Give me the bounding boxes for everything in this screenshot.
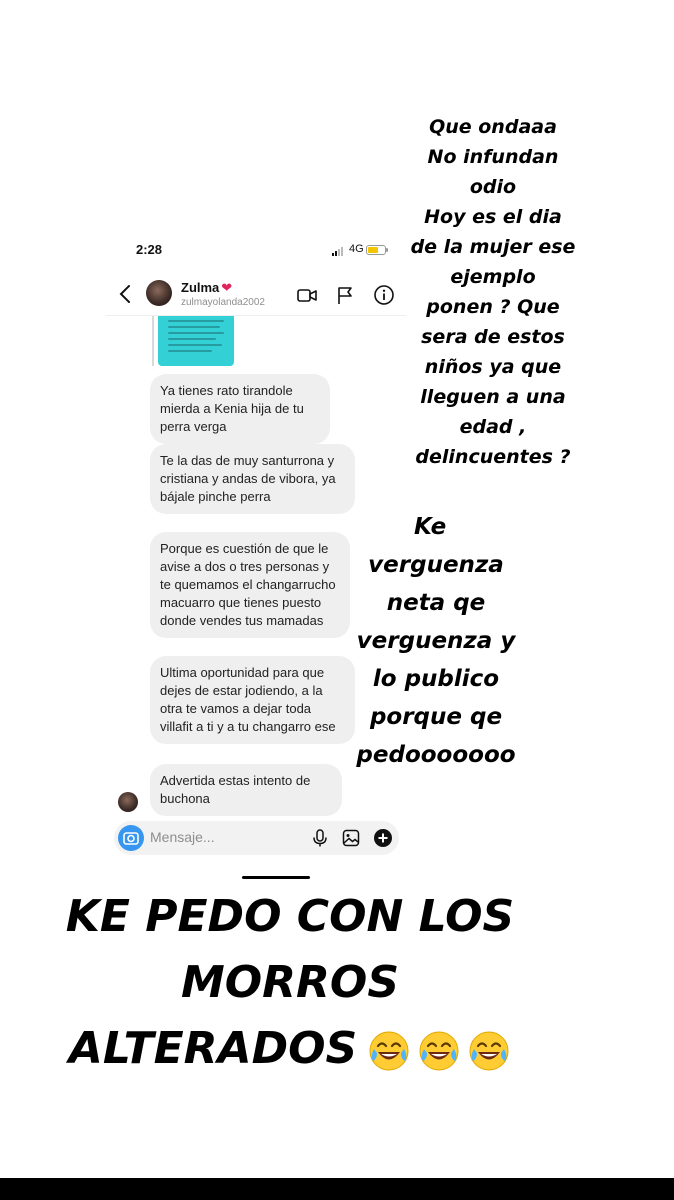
video-call-icon[interactable] [296, 284, 318, 306]
message-bubble[interactable]: Ya tienes rato tirandole mierda a Kenia … [150, 374, 330, 444]
message-bubble[interactable]: Ultima oportunidad para que dejes de est… [150, 656, 355, 744]
caption-line: sera de estos [421, 326, 565, 348]
caption-line: lleguen a una [420, 386, 566, 408]
caption-line: KE PEDO CON LOS [65, 891, 515, 942]
divider [242, 876, 310, 879]
message-bubble[interactable]: Te la das de muy santurrona y cristiana … [150, 444, 355, 514]
back-icon[interactable] [118, 284, 132, 304]
camera-button[interactable] [118, 825, 144, 851]
bottom-bar [0, 1178, 674, 1200]
story-canvas: 2:28 4G Zulma ❤ zulmayolanda2002 Ya tien… [0, 0, 674, 1200]
status-time: 2:28 [136, 242, 163, 257]
caption-right: Que ondaaa No infundan odio Hoy es el di… [398, 112, 588, 472]
thread-line [152, 316, 154, 366]
caption-line: niños ya que [424, 356, 562, 378]
avatar[interactable] [146, 280, 172, 306]
caption-line: delincuentes ? [415, 446, 571, 468]
caption-line: lo publico [372, 666, 500, 692]
contact-username: zulmayolanda2002 [181, 297, 265, 308]
caption-bottom: KE PEDO CON LOS MORROS ALTERADOS [40, 884, 540, 1082]
shared-image[interactable] [158, 316, 234, 366]
caption-line: verguenza y [356, 628, 516, 654]
caption-line: Que ondaaa [429, 116, 557, 138]
contact-name-text: Zulma [181, 280, 220, 295]
info-icon[interactable] [373, 284, 395, 306]
caption-line: porque qe [369, 704, 503, 730]
caption-line: MORROS [180, 957, 400, 1008]
message-avatar [118, 792, 138, 812]
caption-line: neta qe [386, 590, 486, 616]
caption-line: ponen ? Que [426, 296, 560, 318]
network-label: 4G [349, 243, 364, 255]
caption-line: No infundan [427, 146, 559, 168]
laughing-emoji-icon [469, 1031, 509, 1071]
laughing-emoji-icon [419, 1031, 459, 1071]
caption-line: de la mujer ese [410, 236, 576, 258]
caption-line: odio [469, 176, 517, 198]
laughing-emoji-icon [369, 1031, 409, 1071]
caption-line: ejemplo [450, 266, 536, 288]
message-input[interactable]: Mensaje... [150, 829, 215, 845]
caption-line: Ke [414, 514, 447, 540]
message-bubble[interactable]: Porque es cuestión de que le avise a dos… [150, 532, 350, 638]
contact-name[interactable]: Zulma ❤ [181, 280, 232, 296]
camera-icon [123, 832, 139, 845]
caption-line: ALTERADOS [40, 1016, 540, 1082]
chat-header: Zulma ❤ zulmayolanda2002 [106, 272, 406, 316]
caption-middle: Ke verguenza neta qe verguenza y lo publ… [336, 508, 536, 774]
emoji-group [367, 1029, 511, 1073]
caption-line: pedooooooo [356, 742, 516, 768]
caption-line: Hoy es el dia [424, 206, 562, 228]
message-composer: Mensaje... [114, 821, 399, 855]
battery-icon [366, 245, 388, 255]
status-bar: 2:28 4G [106, 240, 406, 260]
heart-icon: ❤ [221, 280, 233, 295]
signal-icon [332, 246, 346, 256]
microphone-icon[interactable] [310, 828, 330, 848]
add-icon[interactable] [373, 828, 393, 848]
message-bubble[interactable]: Advertida estas intento de buchona [150, 764, 342, 816]
gallery-icon[interactable] [341, 828, 361, 848]
caption-line: verguenza [368, 552, 504, 578]
caption-line-text: ALTERADOS [68, 1023, 358, 1074]
flag-icon[interactable] [334, 284, 356, 306]
caption-line: edad , [459, 416, 527, 438]
